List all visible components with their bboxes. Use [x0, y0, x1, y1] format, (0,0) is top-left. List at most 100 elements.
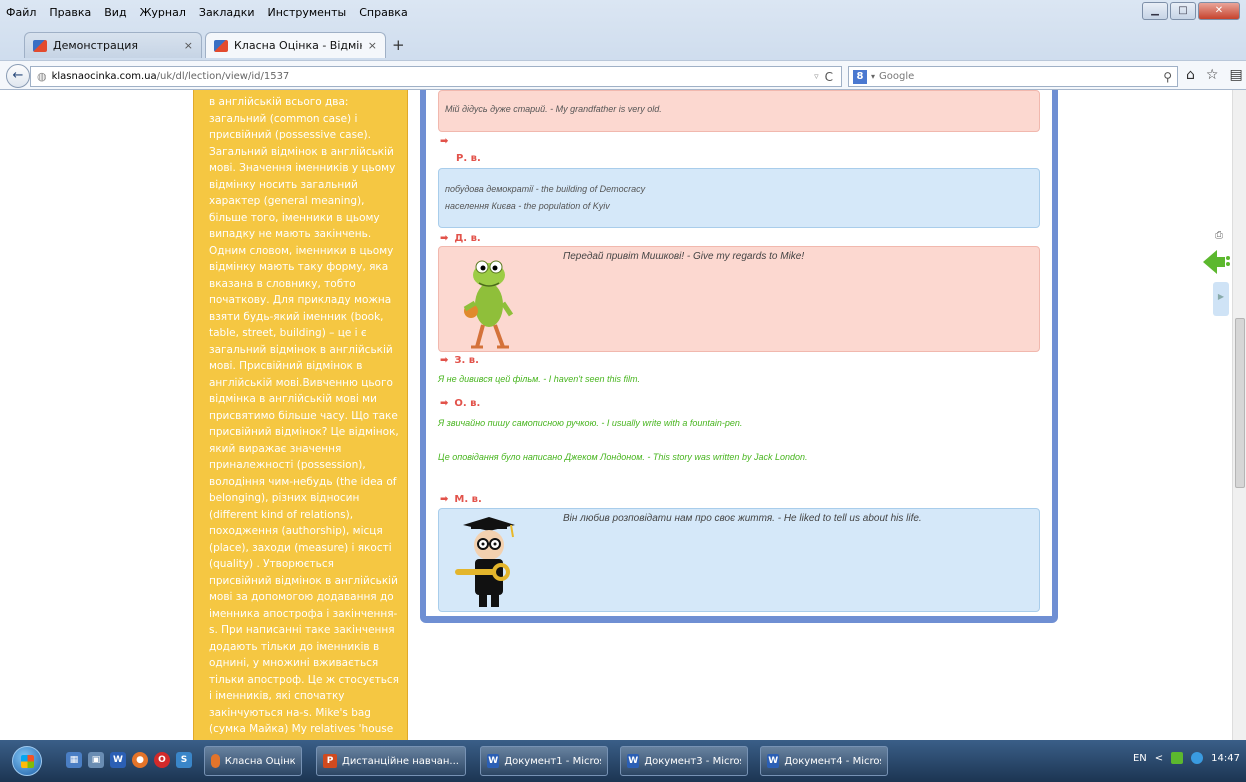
taskbar-item-word-4[interactable]: W Документ4 - Micros...: [760, 746, 888, 776]
case-label: М. в.: [454, 494, 482, 505]
arrow-right-icon: ➡: [440, 398, 449, 409]
chevron-down-icon[interactable]: ▾: [871, 72, 875, 81]
green-back-arrow-icon[interactable]: [1203, 250, 1231, 274]
explorer-icon[interactable]: ▦: [66, 752, 82, 768]
close-window-button[interactable]: ✕: [1198, 2, 1240, 20]
print-icon[interactable]: ⎙: [1215, 230, 1223, 241]
network-icon[interactable]: [1171, 752, 1184, 764]
tab-close-icon[interactable]: ×: [368, 39, 377, 52]
powerpoint-icon: P: [323, 754, 337, 768]
case-label: З. в.: [454, 355, 479, 366]
search-bar[interactable]: 8 ▾ Google ⚲: [848, 66, 1178, 87]
url-path: /uk/dl/lection/view/id/1537: [156, 71, 290, 82]
lesson-sidebar-text: в англійській всього два: загальний (com…: [193, 90, 408, 740]
skype-icon[interactable]: S: [176, 752, 192, 768]
word-icon: W: [487, 754, 500, 768]
window-controls: ▁ □ ✕: [1142, 2, 1240, 20]
page-viewport: в англійській всього два: загальний (com…: [0, 90, 1246, 740]
minimize-button[interactable]: ▁: [1142, 2, 1168, 20]
tab-label: Класна Оцінка - Відмінки ...: [234, 39, 362, 52]
sync-icon[interactable]: [1191, 752, 1204, 764]
bookmark-star-icon[interactable]: ☆: [1206, 67, 1219, 83]
tab-close-icon[interactable]: ×: [184, 39, 193, 52]
tray-expand-icon[interactable]: <: [1155, 753, 1163, 764]
new-tab-button[interactable]: +: [392, 36, 405, 54]
menu-history[interactable]: Журнал: [140, 6, 186, 19]
menu-help[interactable]: Справка: [359, 6, 407, 19]
taskbar-item-powerpoint[interactable]: P Дистанційне навчан...: [316, 746, 466, 776]
maximize-button[interactable]: □: [1170, 2, 1196, 20]
taskbar-item-word-1[interactable]: W Документ1 - Micros...: [480, 746, 608, 776]
firefox-icon: [211, 754, 220, 768]
case-heading-dative: ➡ Д. в.: [440, 233, 481, 244]
example-text: Це оповідання було написано Джеком Лондо…: [438, 452, 808, 462]
firefox-icon[interactable]: ●: [132, 752, 148, 768]
address-bar[interactable]: ◍ klasnaocinka.com.ua/uk/dl/lection/view…: [30, 66, 842, 87]
example-text: Мій дідусь дуже старий. - My grandfather…: [445, 104, 662, 114]
lesson-panel: Мій дідусь дуже старий. - My grandfather…: [420, 90, 1058, 623]
taskbar-item-label: Документ3 - Micros...: [644, 755, 741, 767]
taskbar-item-label: Документ4 - Micros...: [784, 755, 881, 767]
word-icon: W: [767, 754, 780, 768]
word-icon: W: [627, 754, 640, 768]
vertical-scrollbar[interactable]: [1232, 90, 1246, 740]
language-indicator[interactable]: EN: [1133, 753, 1147, 764]
windows-logo-icon: [21, 755, 34, 768]
example-text: Передай привіт Мишкові! - Give my regard…: [563, 251, 805, 262]
menu-file[interactable]: Файл: [6, 6, 36, 19]
search-engine-icon[interactable]: 8: [853, 69, 867, 84]
example-text: побудова демократії - the building of De…: [445, 184, 646, 194]
start-button[interactable]: [12, 746, 42, 776]
navigation-bar: ← ◍ klasnaocinka.com.ua/uk/dl/lection/vi…: [0, 60, 1246, 90]
tab-bar: Демонстрация × Класна Оцінка - Відмінки …: [0, 32, 1246, 58]
example-text: Я не дивився цей фільм. - I haven't seen…: [438, 374, 640, 384]
taskbar-item-label: Класна Оцінка - Від...: [224, 755, 295, 767]
scrollbar-thumb[interactable]: [1235, 318, 1245, 488]
site-favicon-icon: [33, 39, 47, 52]
tab-klasna-otsinka[interactable]: Класна Оцінка - Відмінки ... ×: [205, 32, 386, 58]
toolbar-icons: ⌂ ☆ ▤ ⬇ ≡: [1186, 67, 1246, 83]
search-icon[interactable]: ⚲: [1163, 70, 1172, 84]
home-icon[interactable]: ⌂: [1186, 67, 1195, 83]
lesson-content: Мій дідусь дуже старий. - My grandfather…: [426, 90, 1052, 616]
menu-edit[interactable]: Правка: [49, 6, 91, 19]
menu-bookmarks[interactable]: Закладки: [199, 6, 255, 19]
dropdown-arrow-icon[interactable]: ▿: [814, 72, 819, 82]
example-text: населення Києва - the population of Kyiv: [445, 201, 610, 211]
page-side-widget: ⎙ ▶: [1203, 230, 1233, 320]
taskbar-item-label: Документ1 - Micros...: [504, 755, 601, 767]
example-box-dative: Передай привіт Мишкові! - Give my regard…: [438, 246, 1040, 352]
browser-chrome: Файл Правка Вид Журнал Закладки Инструме…: [0, 0, 1246, 90]
example-text: Я звичайно пишу самописною ручкою. - I u…: [438, 418, 743, 428]
case-label: Р. в.: [456, 153, 481, 164]
case-heading-locative: ➡ М. в.: [440, 494, 482, 505]
taskbar-item-word-3[interactable]: W Документ3 - Micros...: [620, 746, 748, 776]
arrow-right-icon: ➡: [440, 136, 449, 147]
url-text[interactable]: klasnaocinka.com.ua/uk/dl/lection/view/i…: [52, 71, 814, 82]
menu-tools[interactable]: Инструменты: [268, 6, 347, 19]
tab-demonstration[interactable]: Демонстрация ×: [24, 32, 202, 58]
example-box-locative: Він любив розповідати нам про своє життя…: [438, 508, 1040, 612]
word-icon[interactable]: W: [110, 752, 126, 768]
show-desktop-icon[interactable]: ▣: [88, 752, 104, 768]
case-heading-genitive: Р. в.: [456, 153, 481, 164]
url-host: klasnaocinka.com.ua: [51, 71, 157, 82]
back-button[interactable]: ←: [6, 64, 30, 88]
example-text: Він любив розповідати нам про своє життя…: [563, 513, 922, 524]
frog-thumbs-up-image: [463, 260, 514, 349]
graduate-with-key-image: [455, 517, 515, 607]
bookmarks-list-icon[interactable]: ▤: [1229, 67, 1242, 83]
clock[interactable]: 14:47: [1211, 753, 1240, 764]
taskbar-item-firefox[interactable]: Класна Оцінка - Від...: [204, 746, 302, 776]
site-favicon-icon: [214, 39, 228, 52]
example-box-genitive: побудова демократії - the building of De…: [438, 168, 1040, 228]
case-heading-accusative: ➡ З. в.: [440, 355, 479, 366]
play-icon[interactable]: ▶: [1213, 282, 1229, 316]
quick-launch: ▦ ▣ W ● O S: [66, 752, 192, 768]
case-label: Д. в.: [454, 233, 481, 244]
menu-bar: Файл Правка Вид Журнал Закладки Инструме…: [0, 0, 1246, 24]
globe-icon: ◍: [37, 70, 47, 83]
reload-button[interactable]: C: [825, 70, 833, 84]
opera-icon[interactable]: O: [154, 752, 170, 768]
menu-view[interactable]: Вид: [104, 6, 126, 19]
